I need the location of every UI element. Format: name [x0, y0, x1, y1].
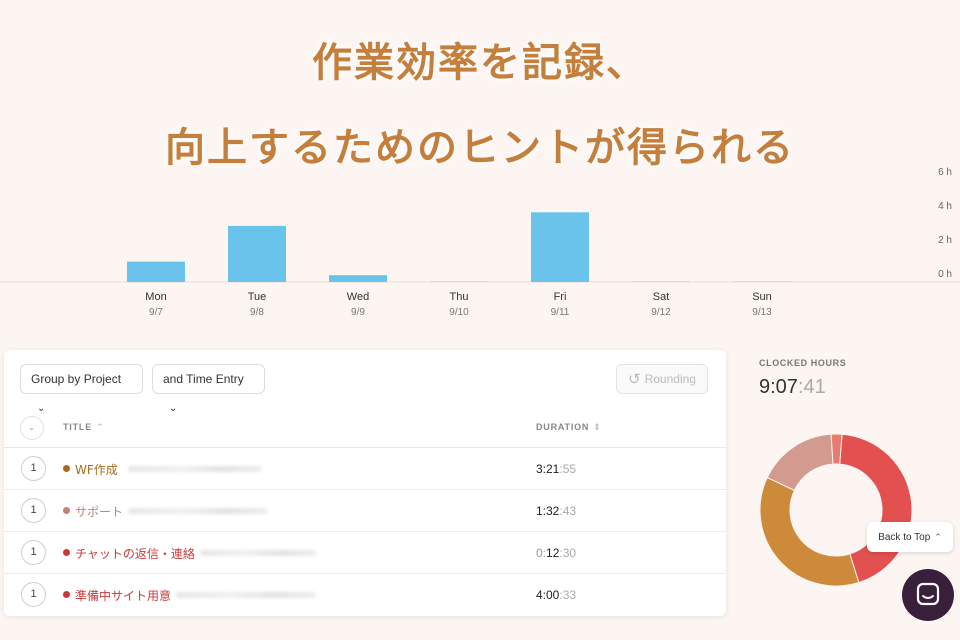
bar-sun: [733, 281, 791, 282]
project-title: サポート: [75, 505, 124, 519]
back-to-top-button[interactable]: Back to Top ⌃: [867, 522, 953, 552]
duration-main: 3:21: [536, 462, 560, 476]
project-title: 準備中サイト用意: [75, 589, 172, 603]
duration-value: 1:32:43: [536, 504, 576, 518]
rounding-button[interactable]: ↺ Rounding: [616, 364, 708, 394]
chat-icon: [916, 582, 940, 606]
y-tick-label: 0 h: [938, 269, 952, 280]
project-color-dot: [63, 507, 70, 514]
group-by-dropdown[interactable]: Group by Project⌄: [20, 364, 143, 414]
blurred-description: [200, 550, 316, 556]
bar-mon: [127, 261, 185, 282]
duration-main: 4:00: [536, 588, 560, 602]
y-tick-label: 4 h: [938, 201, 952, 212]
secondary-group-dropdown[interactable]: and Time Entry⌄: [152, 364, 265, 414]
project-color-dot: [63, 591, 70, 598]
duration-value: 3:21:55: [536, 462, 576, 476]
title-column-header: TITLE: [63, 422, 92, 432]
bar-sat: [632, 281, 690, 282]
x-tick-date: 9/11: [551, 307, 570, 318]
sort-icon: ⇕: [593, 422, 602, 432]
x-tick-date: 9/12: [651, 307, 671, 318]
x-tick-day: Thu: [450, 291, 469, 303]
donut-segment-1[interactable]: [759, 476, 860, 587]
duration-seconds: :43: [559, 504, 577, 518]
x-tick-day: Fri: [554, 291, 567, 303]
secondary-group-label: and Time Entry: [163, 372, 244, 386]
entry-count-badge[interactable]: 1: [21, 582, 46, 607]
bar-fri: [531, 212, 589, 282]
x-tick-date: 9/10: [449, 307, 469, 318]
entry-count-badge[interactable]: 1: [21, 498, 46, 523]
x-tick-day: Wed: [347, 291, 369, 303]
table-row[interactable]: 1 WF作成 3:21:55: [4, 448, 726, 490]
group-by-label: Group by Project: [31, 372, 122, 386]
duration-seconds: :33: [559, 588, 577, 602]
clocked-hours-seconds: :41: [797, 376, 826, 398]
entry-count-badge[interactable]: 1: [21, 540, 46, 565]
x-tick-date: 9/8: [250, 307, 264, 318]
duration-hours: 0:: [536, 546, 547, 560]
x-tick-date: 9/13: [752, 307, 772, 318]
bar-wed: [329, 275, 387, 282]
y-tick-label: 2 h: [938, 235, 952, 246]
clocked-hours-value: 9:07:41: [759, 376, 826, 399]
headline-line-1: 作業効率を記録、: [312, 40, 648, 86]
duration-column-header: DURATION: [536, 422, 590, 432]
chat-launcher-button[interactable]: [902, 569, 954, 621]
project-title: WF作成: [75, 463, 118, 477]
sort-by-title[interactable]: TITLE ⌃: [63, 422, 104, 433]
x-tick-day: Sun: [752, 291, 772, 303]
expand-all-toggle[interactable]: ⌄: [20, 416, 44, 440]
table-row[interactable]: 1 チャットの返信・連絡 0:12:30: [4, 532, 726, 574]
bar-thu: [430, 281, 488, 282]
x-tick-date: 9/7: [149, 307, 163, 318]
donut-segment-2[interactable]: [766, 433, 834, 492]
table-row[interactable]: 1 サポート 1:32:43: [4, 490, 726, 532]
duration-main: 12: [546, 546, 560, 560]
x-tick-day: Mon: [145, 291, 166, 303]
time-entries-card: Group by Project⌄ and Time Entry⌄ ↺ Round…: [4, 350, 726, 616]
sort-by-duration[interactable]: DURATION ⇕: [536, 422, 602, 433]
table-header: ⌄ TITLE ⌃ DURATION ⇕: [4, 416, 726, 448]
y-tick-label: 6 h: [938, 167, 952, 178]
blurred-description: [128, 508, 268, 514]
rounding-clock-icon: ↺: [628, 371, 641, 388]
bar-tue: [228, 225, 286, 282]
duration-main: 1:32: [536, 504, 560, 518]
entry-count-badge[interactable]: 1: [21, 456, 46, 481]
blurred-description: [128, 466, 262, 472]
clocked-hours-label: CLOCKED HOURS: [759, 358, 847, 368]
table-row[interactable]: 1 準備中サイト用意 4:00:33: [4, 574, 726, 616]
duration-value: 0:12:30: [536, 546, 576, 560]
project-color-dot: [63, 549, 70, 556]
blurred-description: [176, 592, 316, 598]
donut-segment-3[interactable]: [830, 433, 843, 465]
x-tick-day: Sat: [653, 291, 670, 303]
project-share-donut-chart: [759, 433, 913, 587]
rounding-label: Rounding: [644, 372, 696, 386]
duration-value: 4:00:33: [536, 588, 576, 602]
project-color-dot: [63, 465, 70, 472]
back-to-top-label: Back to Top: [878, 532, 931, 543]
x-tick-day: Tue: [248, 291, 267, 303]
duration-seconds: :30: [559, 546, 577, 560]
clocked-hours-main: 9:07: [759, 376, 798, 398]
sort-asc-icon: ⌃: [96, 422, 105, 432]
chevron-up-icon: ⌃: [934, 532, 942, 542]
daily-hours-bar-chart: 0 h 2 h 4 h 6 h Mon 9/7 Tue 9/8 Wed 9/9 Thu 9/10 Fri…: [0, 167, 960, 318]
project-title: チャットの返信・連絡: [75, 547, 195, 561]
duration-seconds: :55: [559, 462, 577, 476]
x-tick-date: 9/9: [351, 307, 365, 318]
